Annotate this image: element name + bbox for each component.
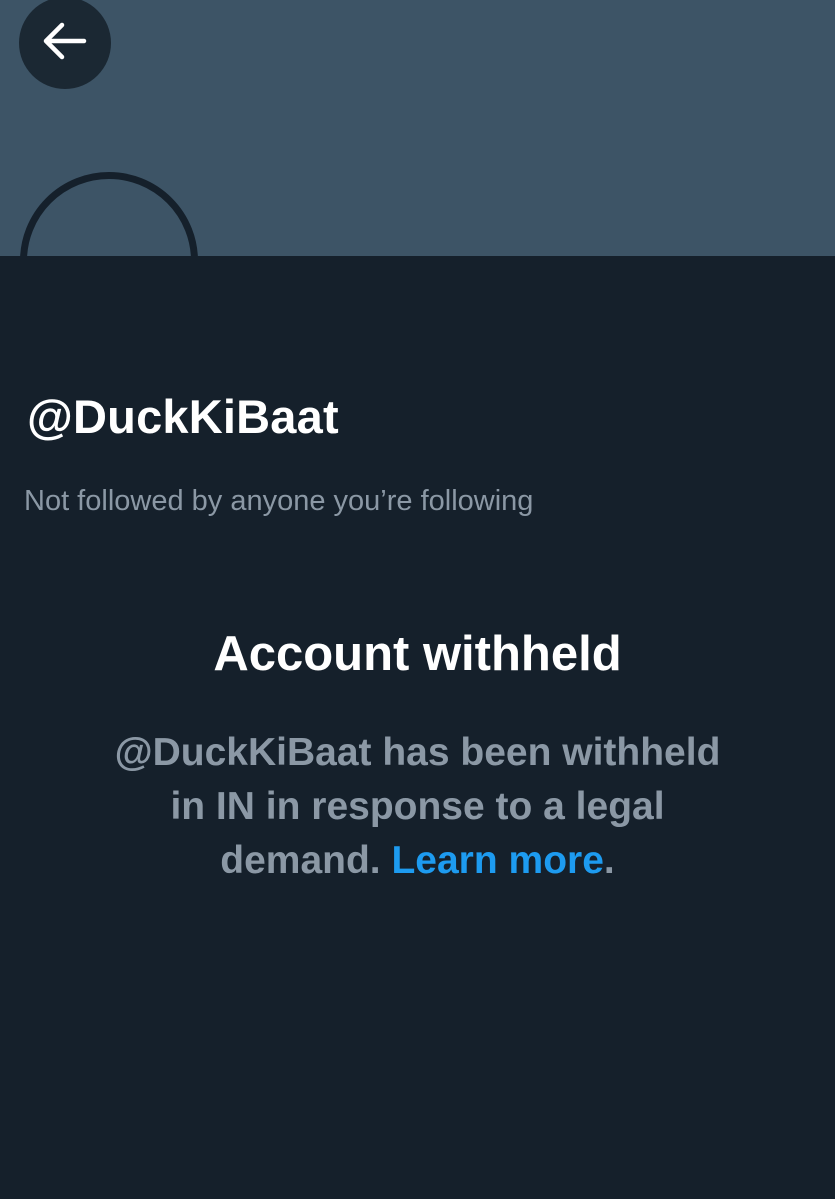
withheld-title: Account withheld bbox=[213, 627, 622, 681]
arrow-left-icon bbox=[42, 21, 88, 66]
back-button[interactable] bbox=[19, 0, 111, 89]
avatar-container bbox=[20, 172, 198, 256]
followed-by-note: Not followed by anyone you’re following bbox=[24, 485, 534, 517]
profile-page: @DuckKiBaat Not followed by anyone you’r… bbox=[0, 0, 835, 1199]
withheld-description: @DuckKiBaat has been withheld in IN in r… bbox=[60, 726, 775, 888]
avatar[interactable] bbox=[20, 172, 198, 256]
profile-handle: @DuckKiBaat bbox=[27, 390, 339, 443]
profile-banner bbox=[0, 0, 835, 256]
withheld-description-line: in IN in response to a legal bbox=[170, 785, 665, 828]
withheld-description-line: @DuckKiBaat has been withheld bbox=[114, 731, 721, 774]
trailing-period: . bbox=[603, 839, 615, 882]
learn-more-link[interactable]: Learn more bbox=[391, 839, 603, 882]
withheld-description-line: demand. bbox=[220, 839, 381, 882]
